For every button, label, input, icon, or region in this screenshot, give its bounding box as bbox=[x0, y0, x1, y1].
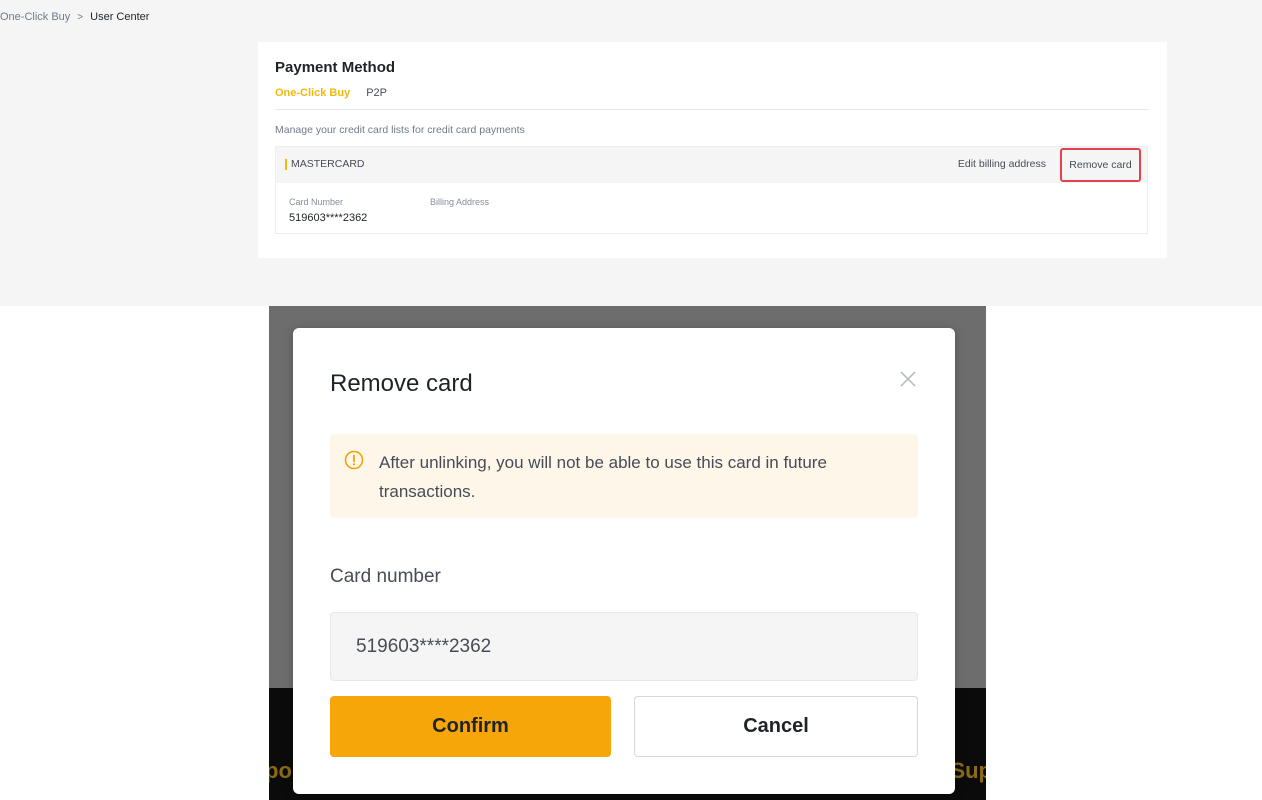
confirm-button[interactable]: Confirm bbox=[330, 696, 611, 757]
payment-method-panel: Payment Method One-Click Buy P2P Manage … bbox=[258, 42, 1167, 258]
card-number-value: 519603****2362 bbox=[289, 212, 368, 224]
billing-address-label: Billing Address bbox=[430, 197, 490, 207]
page-title: Payment Method bbox=[275, 59, 396, 76]
card-header: MASTERCARD Edit billing address Remove c… bbox=[276, 147, 1147, 183]
background-text-left: po bbox=[269, 758, 292, 783]
payment-description: Manage your credit card lists for credit… bbox=[275, 124, 525, 136]
edit-billing-address-link[interactable]: Edit billing address bbox=[958, 158, 1046, 170]
breadcrumb-separator: > bbox=[77, 11, 84, 23]
warning-icon bbox=[344, 450, 364, 470]
payment-method-page: One-Click Buy > User Center Payment Meth… bbox=[0, 0, 1262, 306]
tab-one-click-buy[interactable]: One-Click Buy bbox=[275, 87, 350, 99]
background-text-right: Sup bbox=[950, 758, 986, 783]
breadcrumb: One-Click Buy > User Center bbox=[0, 11, 149, 23]
warning-text: After unlinking, you will not be able to… bbox=[379, 453, 827, 501]
tabs-divider bbox=[275, 109, 1149, 110]
card-number-label: Card Number bbox=[289, 197, 344, 207]
warning-banner: After unlinking, you will not be able to… bbox=[330, 434, 918, 518]
card-number-field-label: Card number bbox=[330, 566, 441, 587]
breadcrumb-link-one-click-buy[interactable]: One-Click Buy bbox=[0, 11, 70, 23]
modal-screenshot: po Sup Remove card After unlinking, you … bbox=[269, 306, 986, 800]
remove-card-dialog: Remove card After unlinking, you will no… bbox=[293, 328, 955, 794]
tab-p2p[interactable]: P2P bbox=[366, 87, 387, 99]
remove-card-link[interactable]: Remove card bbox=[1060, 148, 1141, 182]
cancel-button[interactable]: Cancel bbox=[634, 696, 918, 757]
card-brand: MASTERCARD bbox=[291, 158, 365, 170]
card-accent-bar bbox=[285, 159, 287, 170]
close-icon[interactable] bbox=[897, 368, 919, 390]
dialog-title: Remove card bbox=[330, 370, 473, 397]
breadcrumb-current-user-center: User Center bbox=[90, 11, 150, 23]
credit-card-entry: MASTERCARD Edit billing address Remove c… bbox=[275, 146, 1148, 234]
card-number-input[interactable] bbox=[330, 612, 918, 681]
payment-tabs: One-Click Buy P2P bbox=[275, 87, 387, 99]
